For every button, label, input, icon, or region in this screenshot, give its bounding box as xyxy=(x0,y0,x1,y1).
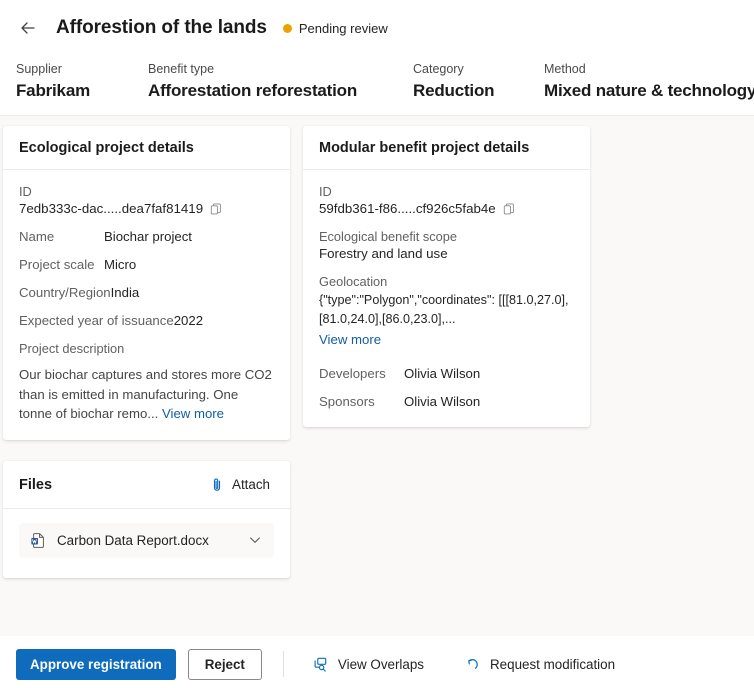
modular-card-body: ID 59fdb361-f86.....cf926c5fab4e Ecologi… xyxy=(303,170,590,427)
meta-method-value: Mixed nature & technology xyxy=(544,81,754,100)
title-row: Afforestion of the lands Pending review xyxy=(0,10,754,46)
copy-icon[interactable] xyxy=(209,202,223,216)
files-card-header: Files Attach xyxy=(3,461,290,509)
files-card: Files Attach Carbon Data Report.docx xyxy=(3,460,290,578)
modular-scope-value: Forestry and land use xyxy=(319,246,448,261)
ecological-id-label: ID xyxy=(19,184,32,199)
file-name-label: Carbon Data Report.docx xyxy=(57,532,209,548)
page-header: Afforestion of the lands Pending review … xyxy=(0,0,754,116)
ecological-country-label: Country/Region xyxy=(19,285,111,300)
meta-method-label: Method xyxy=(544,62,586,76)
meta-benefit-type-value: Afforestation reforestation xyxy=(148,81,358,100)
files-card-body: Carbon Data Report.docx xyxy=(3,509,290,578)
field-ecological-country: Country/Region India xyxy=(19,285,274,300)
meta-benefit-type-label: Benefit type xyxy=(148,62,215,76)
field-ecological-id: ID 7edb333c-dac.....dea7faf81419 xyxy=(19,184,274,216)
cards-row: Ecological project details ID 7edb333c-d… xyxy=(0,116,754,440)
modular-sponsors-value: Olivia Wilson xyxy=(404,394,481,409)
ecological-issuance-value: 2022 xyxy=(173,313,204,328)
field-modular-sponsors: Sponsors Olivia Wilson xyxy=(319,394,574,409)
copy-icon[interactable] xyxy=(502,202,516,216)
field-modular-geolocation: Geolocation {"type":"Polygon","coordinat… xyxy=(319,274,574,349)
modular-id-value: 59fdb361-f86.....cf926c5fab4e xyxy=(319,201,496,216)
meta-supplier-value: Fabrikam xyxy=(16,81,90,100)
field-modular-developers: Developers Olivia Wilson xyxy=(319,366,574,381)
status-label: Pending review xyxy=(298,20,388,36)
view-overlaps-label: View Overlaps xyxy=(337,656,424,672)
meta-benefit-type: Benefit type Afforestation reforestation xyxy=(148,62,413,101)
ecological-card-body: ID 7edb333c-dac.....dea7faf81419 Name Bi… xyxy=(3,170,290,440)
modular-geolocation-label: Geolocation xyxy=(319,274,388,289)
back-button[interactable] xyxy=(14,14,42,42)
ecological-project-details-card: Ecological project details ID 7edb333c-d… xyxy=(3,126,290,440)
attach-button[interactable]: Attach xyxy=(205,475,274,495)
field-ecological-name: Name Biochar project xyxy=(19,229,274,244)
ecological-card-title: Ecological project details xyxy=(19,140,194,156)
ecological-name-value: Biochar project xyxy=(104,229,192,244)
modular-benefit-project-details-card: Modular benefit project details ID 59fdb… xyxy=(303,126,590,427)
status-badge: Pending review xyxy=(282,20,388,36)
modular-card-header: Modular benefit project details xyxy=(303,126,590,170)
word-document-icon xyxy=(30,532,47,549)
modular-view-more-link[interactable]: View more xyxy=(319,332,381,347)
content-area: Ecological project details ID 7edb333c-d… xyxy=(0,116,754,636)
ecological-id-value: 7edb333c-dac.....dea7faf81419 xyxy=(19,201,204,216)
action-bar: Approve registration Reject View Overlap… xyxy=(0,640,754,688)
arrow-left-icon xyxy=(18,18,38,38)
meta-category: Category Reduction xyxy=(413,62,544,101)
request-modification-button[interactable]: Request modification xyxy=(458,652,621,677)
meta-strip: Supplier Fabrikam Benefit type Afforesta… xyxy=(0,46,754,116)
ecological-card-header: Ecological project details xyxy=(3,126,290,170)
file-list-item[interactable]: Carbon Data Report.docx xyxy=(19,522,274,558)
ecological-scale-label: Project scale xyxy=(19,257,95,272)
ecological-description-label: Project description xyxy=(19,341,125,356)
attach-label: Attach xyxy=(232,477,270,492)
ecological-scale-value: Micro xyxy=(104,257,137,272)
modular-geolocation-value: {"type":"Polygon","coordinates": [[[81.0… xyxy=(319,293,569,326)
field-modular-scope: Ecological benefit scope Forestry and la… xyxy=(319,229,574,261)
action-bar-divider xyxy=(282,651,284,677)
modular-sponsors-label: Sponsors xyxy=(319,394,375,409)
files-card-title: Files xyxy=(19,476,53,493)
meta-category-label: Category xyxy=(413,62,464,76)
status-dot-icon xyxy=(282,23,292,33)
chevron-down-icon[interactable] xyxy=(247,532,263,548)
meta-supplier-label: Supplier xyxy=(16,62,62,76)
reject-button[interactable]: Reject xyxy=(187,648,262,680)
request-modification-label: Request modification xyxy=(490,656,616,672)
field-ecological-description: Project description Our biochar captures… xyxy=(19,341,274,424)
ecological-name-label: Name xyxy=(19,229,55,244)
undo-arrow-icon xyxy=(464,656,481,673)
meta-supplier: Supplier Fabrikam xyxy=(16,62,148,101)
modular-scope-label: Ecological benefit scope xyxy=(319,229,458,244)
field-ecological-issuance: Expected year of issuance 2022 xyxy=(19,313,274,328)
modular-id-value-row: 59fdb361-f86.....cf926c5fab4e xyxy=(319,201,574,216)
meta-category-value: Reduction xyxy=(413,81,495,100)
approve-registration-button[interactable]: Approve registration xyxy=(16,648,176,680)
ecological-view-more-link[interactable]: View more xyxy=(162,406,224,421)
field-ecological-scale: Project scale Micro xyxy=(19,257,274,272)
modular-id-label: ID xyxy=(319,184,332,199)
modular-developers-value: Olivia Wilson xyxy=(404,366,481,381)
ecological-description-body: Our biochar captures and stores more CO2… xyxy=(19,367,272,421)
meta-method: Method Mixed nature & technology xyxy=(544,62,754,101)
view-overlaps-button[interactable]: View Overlaps xyxy=(306,652,430,677)
ecological-description-text: Our biochar captures and stores more CO2… xyxy=(19,365,274,424)
ecological-country-value: India xyxy=(110,285,140,300)
paperclip-icon xyxy=(209,477,225,493)
modular-developers-label: Developers xyxy=(319,366,386,381)
field-modular-id: ID 59fdb361-f86.....cf926c5fab4e xyxy=(319,184,574,216)
page-title: Afforestion of the lands xyxy=(56,17,267,38)
ecological-issuance-label: Expected year of issuance xyxy=(19,313,174,328)
modular-card-title: Modular benefit project details xyxy=(319,140,530,156)
copy-search-icon xyxy=(312,656,329,673)
ecological-id-value-row: 7edb333c-dac.....dea7faf81419 xyxy=(19,201,274,216)
